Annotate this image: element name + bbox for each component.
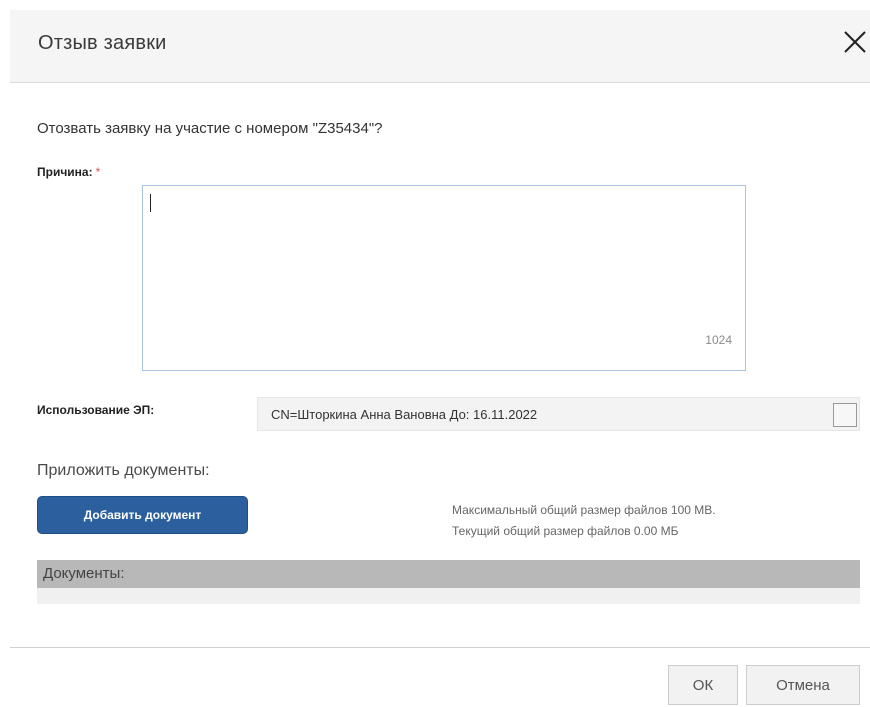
signature-checkbox[interactable]	[833, 403, 857, 427]
text-caret	[150, 194, 151, 212]
ok-button[interactable]: ОК	[668, 665, 738, 705]
dialog-title: Отзыв заявки	[38, 32, 167, 54]
close-icon	[844, 31, 866, 53]
file-size-info: Максимальный общий размер файлов 100 MB.…	[452, 500, 716, 542]
withdraw-question: Отозвать заявку на участие с номером "Z3…	[37, 120, 383, 137]
signature-label: Использование ЭП:	[37, 403, 155, 417]
documents-header: Документы:	[37, 560, 860, 588]
signature-select[interactable]: CN=Шторкина Анна Вановна До: 16.11.2022	[257, 397, 860, 431]
current-file-size-text: Текущий общий размер файлов 0.00 МБ	[452, 524, 679, 538]
attach-documents-title: Приложить документы:	[37, 462, 210, 479]
close-button[interactable]	[838, 26, 868, 58]
add-document-button[interactable]: Добавить документ	[37, 496, 248, 534]
dialog-header: Отзыв заявки	[10, 10, 870, 83]
signature-value: CN=Шторкина Анна Вановна До: 16.11.2022	[271, 407, 538, 422]
required-mark: *	[95, 165, 101, 179]
cancel-button[interactable]: Отмена	[746, 665, 860, 705]
reason-label-text: Причина:	[37, 165, 93, 179]
footer-divider	[10, 647, 870, 648]
reason-label: Причина: *	[37, 165, 100, 179]
documents-list	[37, 588, 860, 604]
max-file-size-text: Максимальный общий размер файлов 100 MB.	[452, 503, 716, 517]
documents-header-label: Документы:	[43, 565, 125, 582]
reason-textarea[interactable]: 1024	[142, 185, 746, 371]
char-counter: 1024	[705, 333, 732, 347]
